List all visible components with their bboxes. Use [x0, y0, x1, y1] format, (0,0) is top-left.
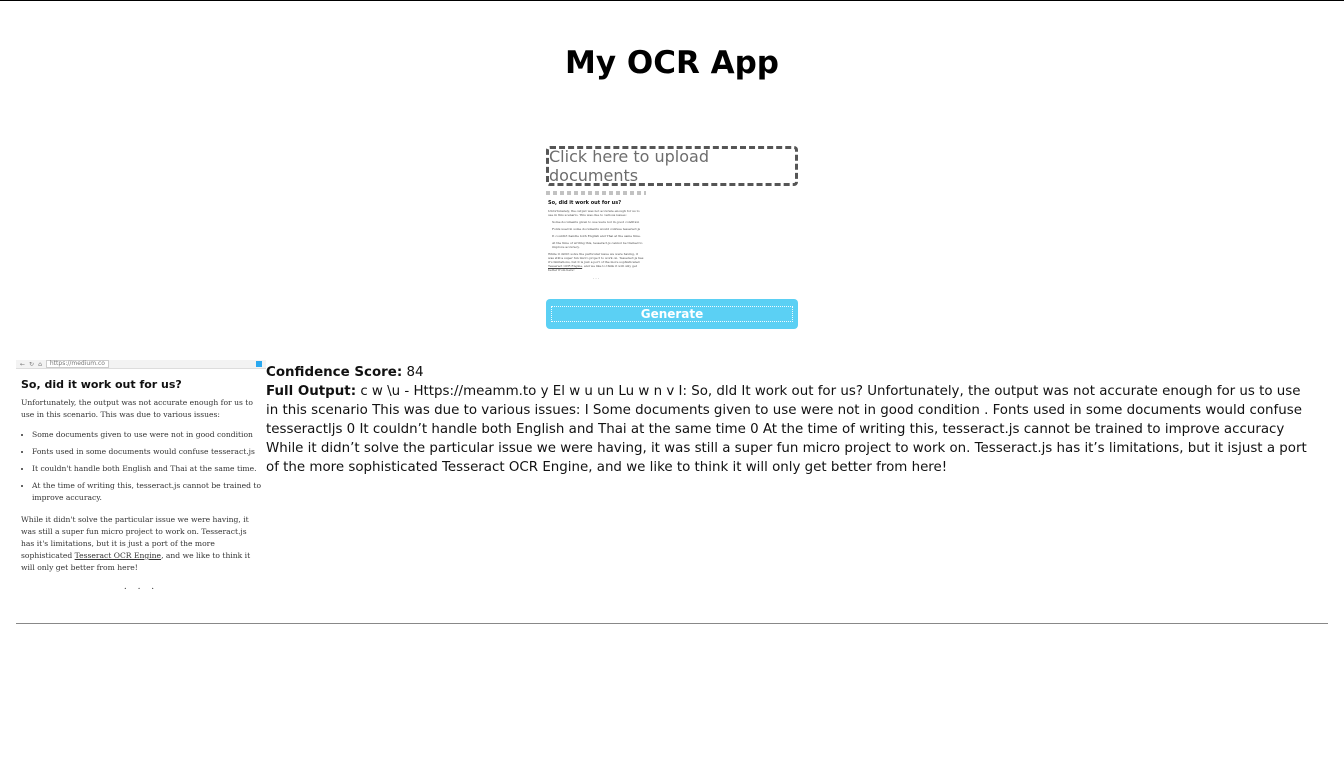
- thumbnail-dots: . . .: [592, 275, 600, 280]
- thumbnail-bullet-list: Some documents given to use were not in …: [546, 220, 646, 249]
- document-heading: So, did it work out for us?: [21, 378, 182, 391]
- refresh-icon: ↻: [29, 360, 35, 368]
- document-intro: Unfortunately, the output was not accura…: [21, 398, 253, 419]
- document-bullet: It couldn't handle both English and Thai…: [32, 463, 266, 475]
- document-url: https://medium.co: [45, 360, 109, 368]
- document-bullet: Fonts used in some documents would confu…: [32, 446, 266, 458]
- generate-button-label: Generate: [640, 307, 704, 321]
- confidence-row: Confidence Score: 84: [266, 363, 1316, 382]
- thumbnail-intro: Unfortunately, the output was not accura…: [548, 209, 640, 217]
- upload-documents-dropzone[interactable]: Click here to upload documents: [546, 146, 798, 186]
- generate-button[interactable]: Generate: [546, 299, 798, 329]
- thumbnail-browser-bar: [546, 191, 646, 195]
- thumbnail-bullet: At the time of writing this, tesseract.j…: [552, 241, 646, 249]
- document-closing: While it didn't solve the particular iss…: [21, 514, 262, 574]
- uploaded-document-thumbnail: So, did it work out for us? Unfortunatel…: [546, 191, 646, 287]
- document-closing-link: Tesseract OCR Engine: [74, 551, 162, 560]
- thumbnail-closing: While it didn't solve the particular iss…: [548, 252, 644, 272]
- home-icon: ⌂: [38, 360, 42, 368]
- page-title: My OCR App: [565, 45, 779, 81]
- confidence-label: Confidence Score:: [266, 365, 403, 380]
- document-bullet: At the time of writing this, tesseract.j…: [32, 480, 266, 504]
- extension-icon: [256, 361, 262, 367]
- full-output-row: Full Output: c w \u - Https://meamm.to y…: [266, 382, 1316, 477]
- ocr-result: Confidence Score: 84 Full Output: c w \u…: [266, 363, 1316, 477]
- document-bullet: Some documents given to use were not in …: [32, 429, 266, 441]
- back-icon: ←: [20, 360, 26, 368]
- confidence-value: 84: [406, 365, 424, 380]
- document-dots: . . .: [123, 582, 159, 590]
- processed-document-image: ← ↻ ⌂ https://medium.co So, did it work …: [16, 360, 266, 590]
- full-output-label: Full Output:: [266, 384, 357, 399]
- document-browser-bar: ← ↻ ⌂ https://medium.co: [16, 360, 266, 369]
- thumbnail-heading: So, did it work out for us?: [548, 200, 622, 206]
- full-output-text: c w \u - Https://meamm.to y El w u un Lu…: [266, 384, 1307, 475]
- divider: [16, 623, 1328, 624]
- thumbnail-bullet: Fonts used in some documents would confu…: [552, 227, 646, 231]
- upload-label: Click here to upload documents: [549, 147, 709, 185]
- thumbnail-bullet: Some documents given to use were not in …: [552, 220, 646, 224]
- thumbnail-closing-text: While it didn't solve the particular iss…: [548, 252, 644, 264]
- document-bullet-list: Some documents given to use were not in …: [16, 429, 266, 504]
- thumbnail-bullet: It couldn't handle both English and Thai…: [552, 234, 646, 238]
